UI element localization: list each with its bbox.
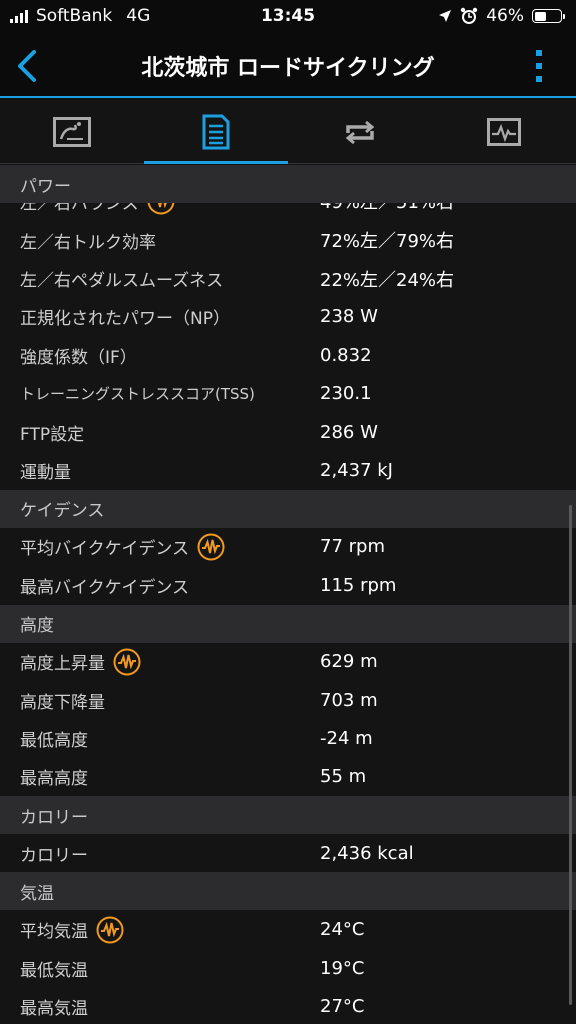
section-header-calories: カロリー — [0, 796, 576, 835]
row-label: カロリー — [20, 845, 88, 866]
map-icon — [53, 116, 91, 147]
status-right: 46% — [438, 6, 565, 26]
row-label: 強度係数（IF） — [20, 347, 137, 368]
stats-list[interactable]: パワー 左／右バランス 49%左／51%右 左／右トルク効率 72%左／79%右… — [0, 165, 576, 1024]
list-item: 運動量 2,437 kJ — [0, 451, 576, 490]
row-label: 高度上昇量 — [20, 654, 105, 675]
row-value: 2,437 kJ — [320, 460, 393, 482]
row-value: 0.832 — [320, 344, 372, 366]
row-value: 629 m — [320, 651, 378, 673]
section-header-power: パワー — [0, 165, 576, 203]
list-item: 平均バイクケイデンス 77 rpm — [0, 527, 576, 567]
row-label: 平均バイクケイデンス — [20, 539, 189, 560]
tab-details[interactable] — [144, 100, 288, 164]
graph-icon — [487, 117, 521, 146]
row-label: 左／右バランス — [20, 203, 139, 214]
row-value: 72%左／79%右 — [320, 231, 455, 253]
list-item: 正規化されたパワー（NP） 238 W — [0, 297, 576, 337]
section-header-temperature: 気温 — [0, 872, 576, 911]
list-item: 最高高度 55 m — [0, 757, 576, 797]
tab-bar — [0, 100, 576, 164]
list-item: 最高気温 27°C — [0, 987, 576, 1024]
row-label: 最高高度 — [20, 769, 88, 790]
scrollbar[interactable] — [569, 505, 572, 1005]
row-label: 最低気温 — [20, 960, 88, 981]
row-label: 最低高度 — [20, 730, 88, 751]
list-item: 高度上昇量 629 m — [0, 642, 576, 681]
row-label: 最高バイクケイデンス — [20, 577, 189, 598]
row-label: 最高気温 — [20, 998, 88, 1019]
row-label: 高度下降量 — [20, 692, 105, 713]
row-value: 115 rpm — [320, 574, 397, 596]
chart-icon[interactable] — [96, 916, 124, 944]
tab-laps[interactable] — [288, 100, 432, 163]
document-icon — [202, 114, 230, 149]
row-label: 左／右トルク効率 — [20, 232, 156, 253]
repeat-icon — [345, 120, 375, 144]
status-bar: SoftBank 4G 13:45 46% — [0, 0, 576, 34]
row-label: 左／右ペダルスムーズネス — [20, 271, 224, 292]
row-value: 22%左／24%右 — [320, 269, 455, 291]
list-item: 最低高度 -24 m — [0, 719, 576, 758]
row-value: 2,436 kcal — [320, 842, 414, 864]
section-header-cadence: ケイデンス — [0, 489, 576, 528]
row-value: 24°C — [320, 919, 365, 941]
list-item: 左／右ペダルスムーズネス 22%左／24%右 — [0, 259, 576, 298]
row-value: 49%左／51%右 — [300, 203, 454, 214]
row-value: 230.1 — [320, 383, 372, 405]
row-label: 運動量 — [20, 463, 71, 484]
vertical-ellipsis-icon[interactable] — [534, 48, 544, 84]
row-value: 27°C — [320, 995, 365, 1017]
list-item: 高度下降量 703 m — [0, 680, 576, 720]
section-header-elevation: 高度 — [0, 604, 576, 643]
tab-map[interactable] — [0, 100, 144, 163]
tab-charts[interactable] — [432, 100, 576, 163]
list-item: 最低気温 19°C — [0, 948, 576, 988]
nav-bar: 北茨城市 ロードサイクリング — [0, 34, 576, 98]
list-item: カロリー 2,436 kcal — [0, 834, 576, 873]
list-item: FTP設定 286 W — [0, 412, 576, 452]
chevron-left-icon[interactable] — [10, 48, 46, 84]
alarm-icon — [461, 7, 478, 24]
list-item: 最高バイクケイデンス 115 rpm — [0, 566, 576, 605]
row-value: 19°C — [320, 957, 365, 979]
list-item: 強度係数（IF） 0.832 — [0, 336, 576, 375]
list-item: 左／右トルク効率 72%左／79%右 — [0, 221, 576, 260]
row-value: 238 W — [320, 306, 378, 328]
row-value: 286 W — [320, 421, 378, 443]
list-item: 平均気温 24°C — [0, 910, 576, 949]
battery-icon — [532, 9, 565, 23]
row-value: 77 rpm — [320, 536, 385, 558]
page-title: 北茨城市 ロードサイクリング — [141, 56, 435, 81]
battery-percent: 46% — [486, 6, 524, 26]
chart-icon[interactable] — [197, 533, 225, 561]
row-value: 55 m — [320, 766, 367, 788]
chart-icon[interactable] — [113, 648, 141, 676]
row-label: FTP設定 — [20, 424, 85, 445]
row-value: 703 m — [320, 689, 378, 711]
row-label: トレーニングストレススコア(TSS) — [20, 385, 255, 404]
row-label: 平均気温 — [20, 922, 88, 943]
list-item: トレーニングストレススコア(TSS) 230.1 — [0, 374, 576, 413]
list-item: 左／右バランス 49%左／51%右 — [0, 203, 576, 221]
row-value: -24 m — [320, 727, 373, 749]
chart-icon[interactable] — [147, 203, 175, 215]
row-label: 正規化されたパワー（NP） — [20, 309, 230, 330]
location-icon — [439, 10, 452, 22]
